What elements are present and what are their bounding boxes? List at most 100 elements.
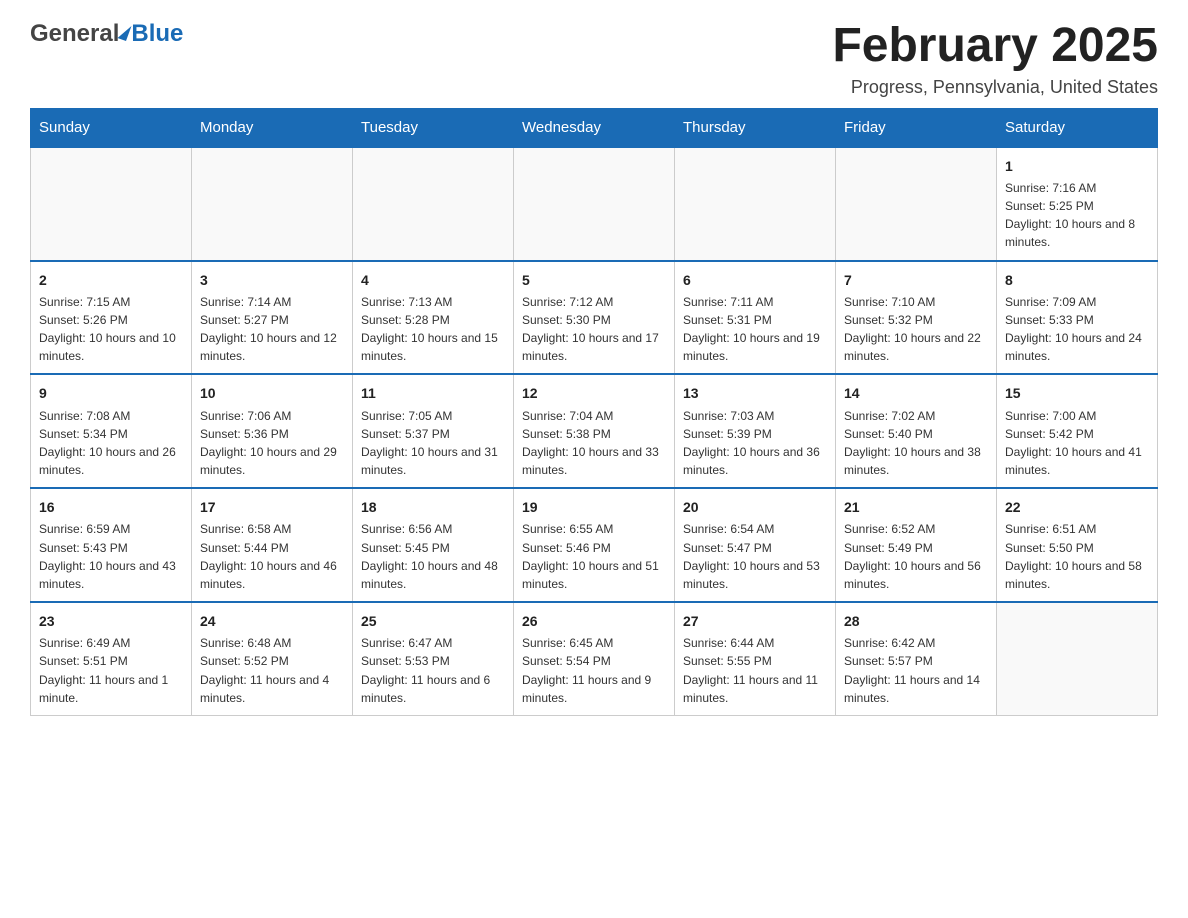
day-number: 2 bbox=[39, 270, 183, 290]
calendar-cell: 8 Sunrise: 7:09 AM Sunset: 5:33 PM Daylig… bbox=[997, 261, 1158, 375]
day-number: 4 bbox=[361, 270, 505, 290]
day-number: 22 bbox=[1005, 497, 1149, 517]
weekday-header-sunday: Sunday bbox=[31, 108, 192, 147]
day-number: 26 bbox=[522, 611, 666, 631]
logo-blue-text: Blue bbox=[131, 20, 183, 48]
day-info: Sunrise: 7:03 AM Sunset: 5:39 PM Dayligh… bbox=[683, 409, 820, 477]
day-info: Sunrise: 6:44 AM Sunset: 5:55 PM Dayligh… bbox=[683, 636, 818, 704]
day-info: Sunrise: 6:56 AM Sunset: 5:45 PM Dayligh… bbox=[361, 522, 498, 590]
title-section: February 2025 Progress, Pennsylvania, Un… bbox=[832, 20, 1158, 98]
calendar-cell: 28Sunrise: 6:42 AM Sunset: 5:57 PM Dayli… bbox=[836, 602, 997, 715]
calendar-cell: 13 Sunrise: 7:03 AM Sunset: 5:39 PM Dayli… bbox=[675, 374, 836, 488]
day-number: 9 bbox=[39, 383, 183, 403]
day-number: 12 bbox=[522, 383, 666, 403]
location-subtitle: Progress, Pennsylvania, United States bbox=[832, 77, 1158, 98]
calendar-cell: 26 Sunrise: 6:45 AM Sunset: 5:54 PM Dayli… bbox=[514, 602, 675, 715]
day-number: 17 bbox=[200, 497, 344, 517]
calendar-week-row: 16 Sunrise: 6:59 AM Sunset: 5:43 PM Dayli… bbox=[31, 488, 1158, 602]
day-info: Sunrise: 6:55 AM Sunset: 5:46 PM Dayligh… bbox=[522, 522, 659, 590]
day-info: Sunrise: 7:04 AM Sunset: 5:38 PM Dayligh… bbox=[522, 409, 659, 477]
calendar-cell: 18 Sunrise: 6:56 AM Sunset: 5:45 PM Dayli… bbox=[353, 488, 514, 602]
calendar-table: SundayMondayTuesdayWednesdayThursdayFrid… bbox=[30, 108, 1158, 716]
day-number: 8 bbox=[1005, 270, 1149, 290]
day-number: 21 bbox=[844, 497, 988, 517]
calendar-cell: 3 Sunrise: 7:14 AM Sunset: 5:27 PM Daylig… bbox=[192, 261, 353, 375]
day-number: 23 bbox=[39, 611, 183, 631]
calendar-cell: 23 Sunrise: 6:49 AM Sunset: 5:51 PM Dayli… bbox=[31, 602, 192, 715]
calendar-week-row: 2 Sunrise: 7:15 AM Sunset: 5:26 PM Daylig… bbox=[31, 261, 1158, 375]
day-number: 18 bbox=[361, 497, 505, 517]
day-info: Sunrise: 7:00 AM Sunset: 5:42 PM Dayligh… bbox=[1005, 409, 1142, 477]
day-number: 7 bbox=[844, 270, 988, 290]
calendar-cell: 11Sunrise: 7:05 AM Sunset: 5:37 PM Dayli… bbox=[353, 374, 514, 488]
calendar-cell: 24 Sunrise: 6:48 AM Sunset: 5:52 PM Dayli… bbox=[192, 602, 353, 715]
calendar-cell: 4Sunrise: 7:13 AM Sunset: 5:28 PM Daylig… bbox=[353, 261, 514, 375]
day-number: 24 bbox=[200, 611, 344, 631]
day-info: Sunrise: 6:48 AM Sunset: 5:52 PM Dayligh… bbox=[200, 636, 329, 704]
calendar-cell: 1Sunrise: 7:16 AM Sunset: 5:25 PM Daylig… bbox=[997, 147, 1158, 261]
day-number: 20 bbox=[683, 497, 827, 517]
weekday-header-saturday: Saturday bbox=[997, 108, 1158, 147]
day-number: 15 bbox=[1005, 383, 1149, 403]
calendar-cell: 27 Sunrise: 6:44 AM Sunset: 5:55 PM Dayli… bbox=[675, 602, 836, 715]
day-info: Sunrise: 7:02 AM Sunset: 5:40 PM Dayligh… bbox=[844, 409, 981, 477]
day-info: Sunrise: 7:10 AM Sunset: 5:32 PM Dayligh… bbox=[844, 295, 981, 363]
day-number: 3 bbox=[200, 270, 344, 290]
weekday-header-wednesday: Wednesday bbox=[514, 108, 675, 147]
weekday-header-thursday: Thursday bbox=[675, 108, 836, 147]
day-number: 27 bbox=[683, 611, 827, 631]
calendar-cell: 19 Sunrise: 6:55 AM Sunset: 5:46 PM Dayli… bbox=[514, 488, 675, 602]
calendar-cell bbox=[836, 147, 997, 261]
day-info: Sunrise: 7:08 AM Sunset: 5:34 PM Dayligh… bbox=[39, 409, 176, 477]
day-info: Sunrise: 6:49 AM Sunset: 5:51 PM Dayligh… bbox=[39, 636, 168, 704]
logo: General Blue bbox=[30, 20, 183, 48]
calendar-cell bbox=[192, 147, 353, 261]
weekday-header-friday: Friday bbox=[836, 108, 997, 147]
page-header: General Blue February 2025 Progress, Pen… bbox=[30, 20, 1158, 98]
calendar-cell: 5 Sunrise: 7:12 AM Sunset: 5:30 PM Daylig… bbox=[514, 261, 675, 375]
calendar-cell bbox=[353, 147, 514, 261]
calendar-cell bbox=[31, 147, 192, 261]
calendar-cell bbox=[514, 147, 675, 261]
calendar-cell: 12 Sunrise: 7:04 AM Sunset: 5:38 PM Dayli… bbox=[514, 374, 675, 488]
calendar-header-row: SundayMondayTuesdayWednesdayThursdayFrid… bbox=[31, 108, 1158, 147]
day-number: 14 bbox=[844, 383, 988, 403]
calendar-week-row: 9 Sunrise: 7:08 AM Sunset: 5:34 PM Daylig… bbox=[31, 374, 1158, 488]
weekday-header-tuesday: Tuesday bbox=[353, 108, 514, 147]
calendar-cell: 10Sunrise: 7:06 AM Sunset: 5:36 PM Dayli… bbox=[192, 374, 353, 488]
day-info: Sunrise: 6:45 AM Sunset: 5:54 PM Dayligh… bbox=[522, 636, 651, 704]
calendar-cell: 6Sunrise: 7:11 AM Sunset: 5:31 PM Daylig… bbox=[675, 261, 836, 375]
day-number: 25 bbox=[361, 611, 505, 631]
calendar-cell: 21Sunrise: 6:52 AM Sunset: 5:49 PM Dayli… bbox=[836, 488, 997, 602]
day-number: 6 bbox=[683, 270, 827, 290]
day-info: Sunrise: 7:06 AM Sunset: 5:36 PM Dayligh… bbox=[200, 409, 337, 477]
calendar-week-row: 23 Sunrise: 6:49 AM Sunset: 5:51 PM Dayli… bbox=[31, 602, 1158, 715]
calendar-cell: 9 Sunrise: 7:08 AM Sunset: 5:34 PM Daylig… bbox=[31, 374, 192, 488]
day-info: Sunrise: 7:14 AM Sunset: 5:27 PM Dayligh… bbox=[200, 295, 337, 363]
day-number: 13 bbox=[683, 383, 827, 403]
calendar-cell: 20 Sunrise: 6:54 AM Sunset: 5:47 PM Dayli… bbox=[675, 488, 836, 602]
day-number: 1 bbox=[1005, 156, 1149, 176]
day-info: Sunrise: 7:09 AM Sunset: 5:33 PM Dayligh… bbox=[1005, 295, 1142, 363]
calendar-cell: 15 Sunrise: 7:00 AM Sunset: 5:42 PM Dayli… bbox=[997, 374, 1158, 488]
calendar-cell: 17 Sunrise: 6:58 AM Sunset: 5:44 PM Dayli… bbox=[192, 488, 353, 602]
day-info: Sunrise: 6:54 AM Sunset: 5:47 PM Dayligh… bbox=[683, 522, 820, 590]
day-info: Sunrise: 6:42 AM Sunset: 5:57 PM Dayligh… bbox=[844, 636, 980, 704]
day-number: 16 bbox=[39, 497, 183, 517]
calendar-cell: 14 Sunrise: 7:02 AM Sunset: 5:40 PM Dayli… bbox=[836, 374, 997, 488]
day-info: Sunrise: 7:15 AM Sunset: 5:26 PM Dayligh… bbox=[39, 295, 176, 363]
day-info: Sunrise: 7:12 AM Sunset: 5:30 PM Dayligh… bbox=[522, 295, 659, 363]
day-number: 5 bbox=[522, 270, 666, 290]
day-number: 11 bbox=[361, 383, 505, 403]
calendar-cell bbox=[997, 602, 1158, 715]
day-info: Sunrise: 6:58 AM Sunset: 5:44 PM Dayligh… bbox=[200, 522, 337, 590]
logo-general-text: General bbox=[30, 20, 119, 48]
day-info: Sunrise: 6:47 AM Sunset: 5:53 PM Dayligh… bbox=[361, 636, 490, 704]
calendar-cell: 25 Sunrise: 6:47 AM Sunset: 5:53 PM Dayli… bbox=[353, 602, 514, 715]
logo-triangle-icon bbox=[118, 23, 132, 41]
day-info: Sunrise: 6:51 AM Sunset: 5:50 PM Dayligh… bbox=[1005, 522, 1142, 590]
calendar-cell bbox=[675, 147, 836, 261]
day-number: 19 bbox=[522, 497, 666, 517]
calendar-cell: 2 Sunrise: 7:15 AM Sunset: 5:26 PM Daylig… bbox=[31, 261, 192, 375]
day-info: Sunrise: 6:59 AM Sunset: 5:43 PM Dayligh… bbox=[39, 522, 176, 590]
